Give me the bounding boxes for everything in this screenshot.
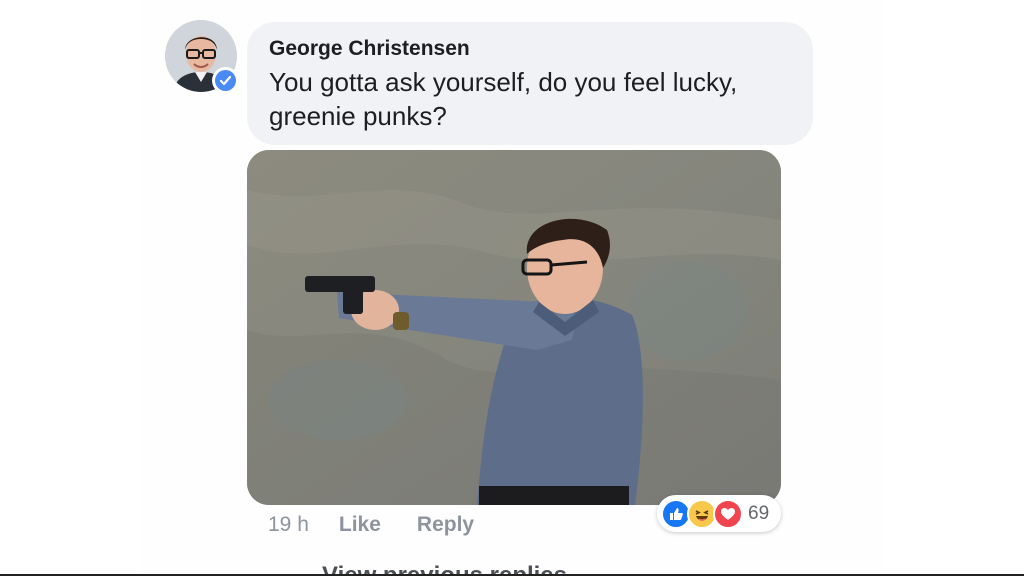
author-name[interactable]: George Christensen — [269, 36, 791, 62]
comment-bubble: George Christensen You gotta ask yoursel… — [247, 22, 813, 145]
comment-photo[interactable] — [247, 150, 781, 505]
love-icon — [713, 498, 743, 529]
reactions-summary[interactable]: 69 — [657, 495, 781, 532]
verified-badge-icon — [212, 67, 239, 94]
like-button[interactable]: Like — [339, 513, 381, 537]
comment-timestamp[interactable]: 19 h — [268, 513, 309, 537]
reaction-count: 69 — [748, 502, 770, 524]
photo-of-man-aiming-handgun-icon — [247, 150, 781, 505]
comment-actions: 19 h Like Reply — [268, 510, 474, 540]
comment-text: You gotta ask yourself, do you feel luck… — [269, 67, 738, 131]
reply-button[interactable]: Reply — [417, 513, 474, 537]
